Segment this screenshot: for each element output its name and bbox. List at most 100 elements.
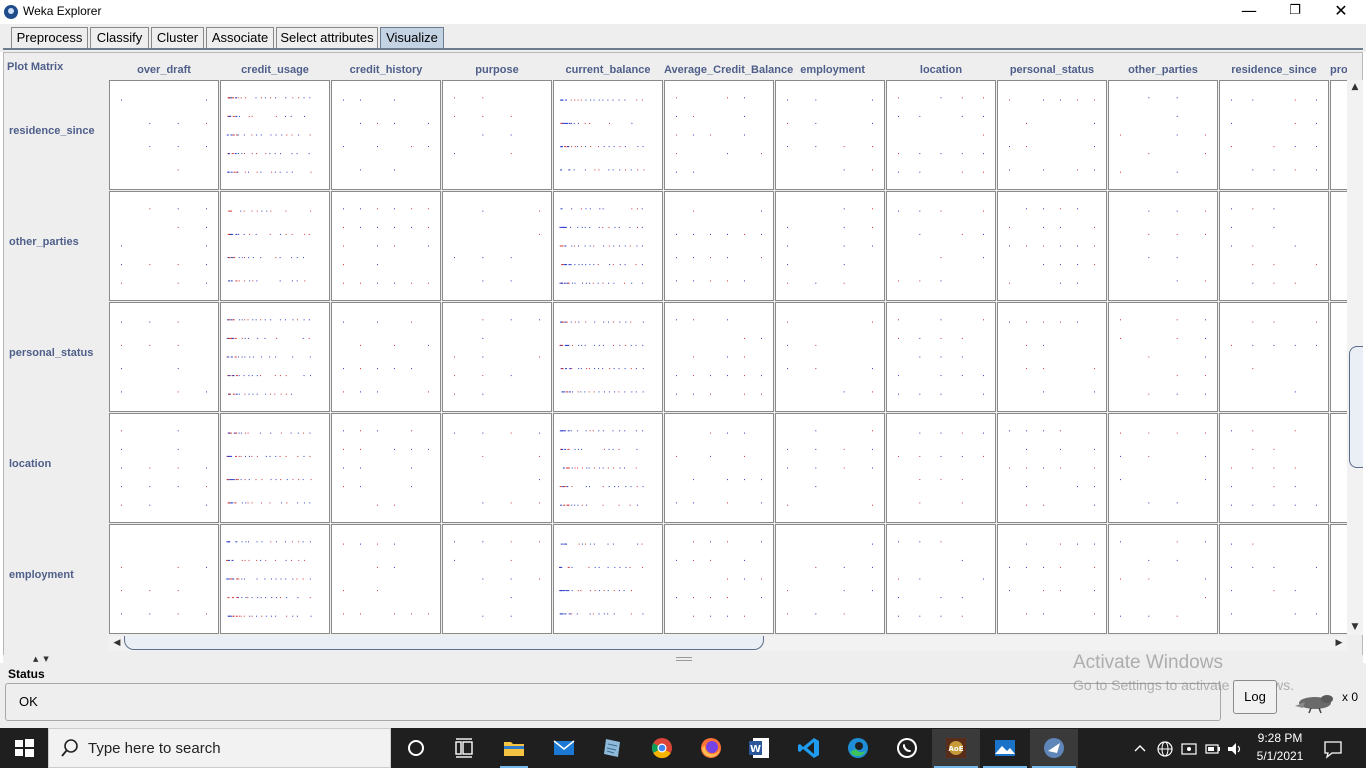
scatter-cell[interactable] (775, 413, 885, 523)
scatter-cell[interactable] (331, 413, 441, 523)
scatter-cell[interactable] (109, 413, 219, 523)
scatter-cell[interactable] (1219, 302, 1329, 412)
scatter-cell[interactable] (1108, 302, 1218, 412)
scatter-cell[interactable] (775, 80, 885, 190)
scatter-cell[interactable] (664, 191, 774, 301)
scatter-cell[interactable] (331, 302, 441, 412)
scatter-cell[interactable] (553, 80, 663, 190)
tab-classify[interactable]: Classify (90, 27, 149, 49)
scatter-cell[interactable] (1330, 80, 1348, 190)
chrome-icon[interactable] (650, 736, 674, 760)
tab-cluster[interactable]: Cluster (151, 27, 204, 49)
scatter-point (843, 590, 845, 592)
network-icon[interactable] (1180, 740, 1198, 758)
scatter-cell[interactable] (553, 191, 663, 301)
scatter-cell[interactable] (775, 302, 885, 412)
scatter-point (309, 432, 311, 434)
vertical-scroll-thumb[interactable] (1349, 346, 1363, 468)
word-icon[interactable]: W (747, 736, 771, 760)
scatter-cell[interactable] (442, 191, 552, 301)
scatter-cell[interactable] (775, 191, 885, 301)
scatter-cell[interactable] (1108, 191, 1218, 301)
split-grip-icon[interactable] (676, 657, 692, 661)
tray-chevron-up-icon[interactable] (1132, 740, 1148, 756)
edge-icon[interactable] (846, 736, 870, 760)
weka-taskbar-icon[interactable] (1042, 736, 1066, 760)
task-view-icon[interactable] (452, 736, 476, 760)
language-globe-icon[interactable] (1156, 740, 1174, 758)
scatter-cell[interactable] (1108, 524, 1218, 634)
scatter-cell[interactable] (109, 80, 219, 190)
scatter-cell[interactable] (1219, 80, 1329, 190)
plot-matrix-grid[interactable] (109, 80, 1347, 636)
split-arrows-icon[interactable]: ▲▼ (33, 655, 54, 663)
photos-icon[interactable] (993, 736, 1017, 760)
clock-time[interactable]: 9:28 PM (1250, 731, 1310, 745)
close-button[interactable]: ✕ (1318, 0, 1364, 24)
weka-bird-icon[interactable] (1291, 690, 1339, 714)
horizontal-scroll-thumb[interactable] (124, 636, 764, 650)
notification-center-icon[interactable] (1322, 738, 1344, 760)
scatter-cell[interactable] (553, 302, 663, 412)
minimize-button[interactable]: — (1226, 0, 1272, 24)
scatter-cell[interactable] (886, 80, 996, 190)
notepad-icon[interactable] (600, 736, 624, 760)
scatter-cell[interactable] (664, 302, 774, 412)
scatter-cell[interactable] (1330, 524, 1348, 634)
scatter-cell[interactable] (331, 80, 441, 190)
scatter-cell[interactable] (109, 191, 219, 301)
scatter-cell[interactable] (1219, 524, 1329, 634)
scatter-cell[interactable] (775, 524, 885, 634)
tab-select-attributes[interactable]: Select attributes (276, 27, 378, 49)
tab-visualize[interactable]: Visualize (380, 27, 444, 49)
tab-preprocess[interactable]: Preprocess (11, 27, 88, 49)
vscode-icon[interactable] (797, 736, 821, 760)
scatter-cell[interactable] (109, 524, 219, 634)
scatter-cell[interactable] (442, 80, 552, 190)
whatsapp-icon[interactable] (895, 736, 919, 760)
scatter-cell[interactable] (1219, 191, 1329, 301)
scatter-cell[interactable] (442, 302, 552, 412)
mail-icon[interactable] (552, 736, 576, 760)
scatter-cell[interactable] (886, 413, 996, 523)
restore-button[interactable]: ❐ (1272, 0, 1318, 24)
firefox-icon[interactable] (699, 736, 723, 760)
scatter-cell[interactable] (886, 191, 996, 301)
scatter-point (228, 559, 230, 561)
scatter-cell[interactable] (664, 413, 774, 523)
scatter-cell[interactable] (997, 524, 1107, 634)
scatter-cell[interactable] (1330, 191, 1348, 301)
tab-associate[interactable]: Associate (206, 27, 274, 49)
scroll-up-icon[interactable]: ▲ (1347, 80, 1363, 94)
log-button[interactable]: Log (1233, 680, 1277, 714)
scatter-cell[interactable] (442, 413, 552, 523)
scatter-cell[interactable] (1330, 413, 1348, 523)
scatter-cell[interactable] (997, 302, 1107, 412)
clock-date[interactable]: 5/1/2021 (1250, 749, 1310, 763)
scroll-right-icon[interactable]: ▶ (1331, 636, 1347, 650)
scroll-left-icon[interactable]: ◀ (109, 636, 125, 650)
scatter-cell[interactable] (997, 413, 1107, 523)
scroll-down-icon[interactable]: ▼ (1347, 620, 1363, 634)
scatter-cell[interactable] (220, 413, 330, 523)
battery-icon[interactable] (1204, 740, 1222, 758)
scatter-cell[interactable] (1330, 302, 1348, 412)
scatter-cell[interactable] (886, 524, 996, 634)
scatter-cell[interactable] (553, 524, 663, 634)
scatter-cell[interactable] (331, 524, 441, 634)
cortana-icon[interactable] (404, 736, 428, 760)
scatter-cell[interactable] (331, 191, 441, 301)
scatter-cell[interactable] (664, 524, 774, 634)
scatter-cell[interactable] (1108, 80, 1218, 190)
scatter-cell[interactable] (1108, 413, 1218, 523)
game-app-icon[interactable]: AoE (944, 736, 968, 760)
scatter-cell[interactable] (442, 524, 552, 634)
scatter-cell[interactable] (664, 80, 774, 190)
scatter-cell[interactable] (109, 302, 219, 412)
scatter-cell[interactable] (220, 191, 330, 301)
windows-start-icon[interactable] (0, 728, 48, 768)
scatter-cell[interactable] (997, 80, 1107, 190)
volume-icon[interactable] (1226, 740, 1244, 758)
scatter-cell[interactable] (997, 191, 1107, 301)
file-explorer-icon[interactable] (502, 736, 526, 760)
